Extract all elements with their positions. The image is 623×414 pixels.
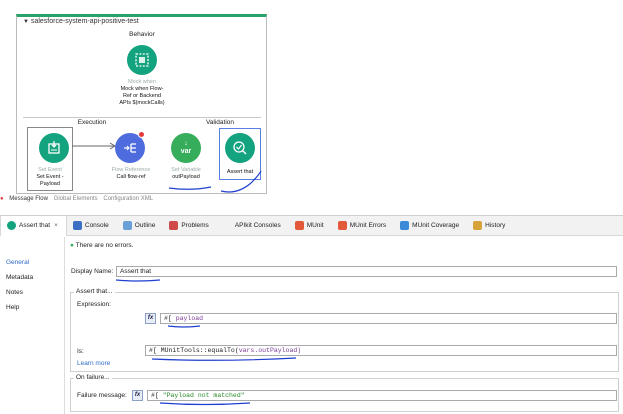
display-name-field[interactable]: Assert that (116, 266, 617, 277)
apikit-icon (223, 221, 232, 230)
properties-panel: Assert that × Console Outline Problems A… (0, 215, 623, 414)
is-underline (151, 357, 297, 361)
tab-munit-coverage[interactable]: MUnit Coverage (394, 216, 467, 236)
mock-icon (135, 53, 149, 67)
panel-tab-strip: Assert that × Console Outline Problems A… (0, 215, 623, 236)
outline-icon (122, 221, 132, 230)
display-name-label: Display Name: (71, 268, 114, 275)
properties-sidebar: General Metadata Notes Help (0, 237, 65, 414)
flow-arrow-1 (72, 142, 116, 150)
editor-tabs: ● Message Flow Global Elements Configura… (0, 196, 623, 208)
sidebar-item-general[interactable]: General (0, 255, 64, 270)
failure-message-label: Failure message: (77, 392, 127, 399)
mock-when-processor[interactable] (127, 45, 157, 75)
tab-configuration-xml[interactable]: Configuration XML (103, 196, 153, 202)
assert-check-icon (233, 141, 247, 155)
tab-munit[interactable]: MUnit (289, 216, 332, 236)
history-icon (473, 221, 483, 230)
set-variable-caption: Set Variable outPayload (171, 167, 201, 180)
failure-group-label: On failure... (74, 374, 112, 381)
section-divider (23, 117, 261, 118)
set-event-icon (48, 141, 60, 154)
error-badge-icon (138, 131, 145, 138)
sidebar-item-metadata[interactable]: Metadata (0, 270, 64, 285)
mock-when-caption: Mock when Mock when Flow- Ref or Backend… (105, 79, 179, 107)
problems-icon (169, 221, 179, 230)
expression-underline (167, 325, 201, 328)
tab-outline[interactable]: Outline (117, 216, 164, 236)
munit-icon (294, 221, 304, 230)
set-event-caption: Set Event Set Event - Payload (36, 167, 64, 187)
learn-more-link[interactable]: Learn more (77, 360, 110, 367)
tab-console[interactable]: Console (67, 216, 117, 236)
message-flow-icon: ● (0, 196, 4, 202)
sidebar-item-notes[interactable]: Notes (0, 285, 64, 300)
expression-field[interactable]: #[ payload (160, 313, 617, 324)
console-icon (72, 221, 82, 230)
flow-canvas: ▼ salesforce-system-api-positive-test Beh… (16, 14, 267, 194)
fx-failure-button[interactable]: fx (132, 390, 143, 401)
display-name-underline (115, 279, 161, 282)
execution-label: Execution (77, 119, 107, 126)
assert-ink-annotation (220, 170, 262, 193)
failure-underline (159, 402, 251, 406)
set-variable-icon: ↓ var (180, 140, 192, 155)
munit-errors-icon (337, 221, 347, 230)
tab-global-elements[interactable]: Global Elements (54, 196, 98, 202)
flow-title[interactable]: ▼ salesforce-system-api-positive-test (23, 18, 139, 25)
mock-type-label: Mock when (128, 79, 156, 85)
fx-expression-button[interactable]: fx (145, 313, 156, 324)
set-variable-processor[interactable]: ↓ var (171, 133, 201, 163)
sidebar-item-help[interactable]: Help (0, 300, 64, 315)
outpayload-underline (168, 186, 212, 190)
expression-label: Expression: (77, 301, 111, 308)
assert-that-processor[interactable] (225, 133, 255, 163)
validation-label: Validation (205, 119, 235, 126)
check-circle-icon: ● (70, 242, 74, 249)
is-label: Is: (77, 348, 84, 355)
behavior-label: Behavior (129, 31, 155, 38)
status-message: ● There are no errors. (70, 242, 134, 249)
tab-assert-that[interactable]: Assert that × (0, 215, 67, 236)
set-event-processor[interactable] (39, 133, 69, 163)
tab-apikit-consoles[interactable]: APIkit Consoles (217, 216, 289, 236)
tab-munit-errors[interactable]: MUnit Errors (332, 216, 394, 236)
flow-reference-caption: Flow Reference Call flow-ref (111, 167, 151, 180)
munit-coverage-icon (400, 221, 410, 230)
collapse-triangle-icon[interactable]: ▼ (23, 19, 29, 25)
assert-group-label: Assert that... (74, 288, 115, 295)
flow-reference-icon (124, 143, 136, 153)
tab-message-flow[interactable]: Message Flow (9, 196, 48, 202)
close-icon[interactable]: × (54, 222, 58, 229)
assert-icon (7, 221, 16, 230)
tab-problems[interactable]: Problems (163, 216, 216, 236)
tab-history[interactable]: History (467, 216, 513, 236)
properties-content: ● There are no errors. Display Name: Ass… (66, 237, 623, 414)
